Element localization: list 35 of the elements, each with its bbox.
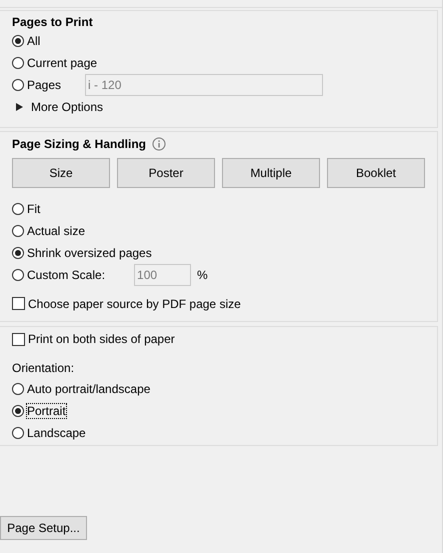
radio-button[interactable]	[12, 79, 24, 91]
percent-label: %	[197, 268, 208, 282]
radio-option[interactable]: Fit	[12, 202, 40, 216]
sizing-mode-button[interactable]: Poster	[117, 158, 215, 188]
info-icon[interactable]	[152, 136, 166, 150]
radio-button[interactable]	[12, 35, 24, 47]
more-options-toggle[interactable]: More Options	[16, 96, 104, 118]
orientation-label: Orientation:	[12, 360, 76, 377]
sizing-mode-button[interactable]: Booklet	[327, 158, 425, 188]
radio-button[interactable]	[12, 427, 24, 439]
checkbox[interactable]	[12, 332, 25, 346]
radio-option[interactable]: Auto portrait/landscape	[12, 382, 150, 396]
radio-button[interactable]	[12, 203, 24, 215]
radio-button[interactable]	[12, 383, 24, 395]
section-title: Page Sizing & Handling	[12, 136, 146, 152]
checkbox[interactable]	[12, 297, 25, 310]
radio-button[interactable]	[12, 247, 24, 259]
radio-button[interactable]	[12, 269, 24, 281]
page-setup-button[interactable]: Page Setup...	[0, 516, 87, 540]
radio-option[interactable]: Shrink oversized pages	[12, 246, 152, 260]
checkbox-option[interactable]: Print on both sides of paper	[12, 330, 437, 348]
radio-option[interactable]: Pages	[12, 78, 62, 92]
radio-option[interactable]: Portrait	[12, 404, 66, 418]
sizing-mode-button[interactable]: Size	[12, 158, 110, 188]
radio-option[interactable]: Custom Scale:	[12, 268, 106, 282]
radio-option[interactable]: Current page	[12, 56, 98, 70]
radio-button[interactable]	[12, 405, 24, 417]
sizing-mode-button[interactable]: Multiple	[222, 158, 320, 188]
radio-option[interactable]: All	[12, 34, 40, 48]
radio-button[interactable]	[12, 225, 24, 237]
radio-option[interactable]: Actual size	[12, 224, 86, 238]
radio-option[interactable]: Landscape	[12, 426, 86, 440]
checkbox-option[interactable]: Choose paper source by PDF page size	[12, 295, 437, 312]
radio-button[interactable]	[12, 57, 24, 69]
section-title: Pages to Print	[12, 14, 93, 30]
